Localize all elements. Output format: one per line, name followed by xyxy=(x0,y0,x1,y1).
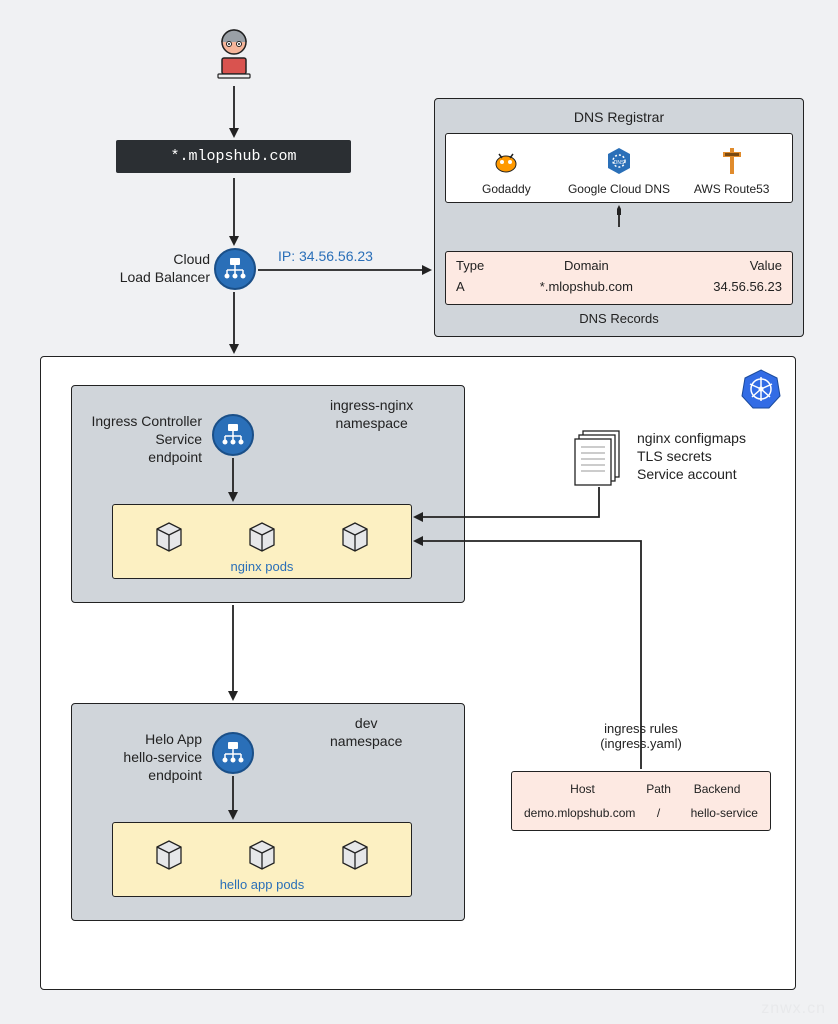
rules-path: / xyxy=(641,806,676,820)
pod-icon xyxy=(242,833,282,873)
provider-label: Godaddy xyxy=(482,182,531,196)
watermark-text: znwx.cn xyxy=(761,1000,826,1018)
hello-svc-icon xyxy=(212,732,254,774)
dns-type: A xyxy=(456,279,505,294)
nginx-pods-label: nginx pods xyxy=(123,559,401,574)
rules-hdr-path: Path xyxy=(641,782,676,796)
arrow-svc-hellopods xyxy=(231,776,235,820)
ingress-svc-icon xyxy=(212,414,254,456)
svg-text:DNS: DNS xyxy=(614,160,625,166)
provider-label: Google Cloud DNS xyxy=(568,182,670,196)
provider-label: AWS Route53 xyxy=(694,182,770,196)
rules-hdr-backend: Backend xyxy=(676,782,758,796)
rules-host: demo.mlopshub.com xyxy=(524,806,641,820)
configs-label: nginx configmaps TLS secrets Service acc… xyxy=(637,429,746,484)
ingress-rules-row: demo.mlopshub.com / hello-service xyxy=(524,806,758,820)
dns-registrar-box: DNS Registrar Godaddy DNS Google Cloud D… xyxy=(434,98,804,337)
pod-icon xyxy=(242,515,282,555)
dns-domain: *.mlopshub.com xyxy=(513,279,660,294)
ingress-rules-box: Host Path Backend demo.mlopshub.com / he… xyxy=(511,771,771,831)
dns-record-header: Type Domain Value xyxy=(456,258,782,273)
hello-pods-box: hello app pods xyxy=(112,822,412,897)
domain-bar: *.mlopshub.com xyxy=(116,140,351,173)
domain-text: *.mlopshub.com xyxy=(170,148,296,165)
dns-records-label: DNS Records xyxy=(445,311,793,326)
k8s-cluster-box: ingress-nginx namespace Ingress Controll… xyxy=(40,356,796,990)
ingress-ns-label: ingress-nginx namespace xyxy=(330,396,413,432)
provider-godaddy: Godaddy xyxy=(450,144,563,196)
pod-icon xyxy=(149,515,189,555)
provider-gcloud: DNS Google Cloud DNS xyxy=(563,144,676,196)
arrow-ingress-dev xyxy=(231,605,235,701)
load-balancer-icon xyxy=(214,248,256,290)
rules-hdr-host: Host xyxy=(524,782,641,796)
dns-hdr-value: Value xyxy=(668,258,782,273)
godaddy-icon xyxy=(489,144,523,178)
lb-label: Cloud Load Balancer xyxy=(110,250,210,286)
pod-icon xyxy=(335,833,375,873)
configs-docs-icon xyxy=(571,427,627,494)
dev-ns-label: dev namespace xyxy=(330,714,402,750)
route53-icon xyxy=(715,144,749,178)
registrar-providers: Godaddy DNS Google Cloud DNS AWS Route53 xyxy=(445,133,793,203)
dns-value: 34.56.56.23 xyxy=(668,279,782,294)
ingress-namespace-box: ingress-nginx namespace Ingress Controll… xyxy=(71,385,465,603)
arrow-lb-dns xyxy=(258,268,432,272)
rules-backend: hello-service xyxy=(676,806,758,820)
arrow-domain-lb xyxy=(232,178,236,246)
dns-hdr-domain: Domain xyxy=(513,258,660,273)
pod-icon xyxy=(149,833,189,873)
ip-label: IP: 34.56.56.23 xyxy=(278,248,373,264)
arrow-configs-nginxpods xyxy=(413,487,603,533)
dns-record-row: A *.mlopshub.com 34.56.56.23 xyxy=(456,279,782,294)
user-icon xyxy=(210,28,258,85)
arrow-svc-nginxpods xyxy=(231,458,235,502)
arrow-user-domain xyxy=(232,86,236,138)
dns-hdr-type: Type xyxy=(456,258,505,273)
arrow-records-providers xyxy=(617,205,621,227)
pod-icon xyxy=(335,515,375,555)
nginx-pods-box: nginx pods xyxy=(112,504,412,579)
dev-namespace-box: dev namespace Helo App hello-service end… xyxy=(71,703,465,921)
registrar-title: DNS Registrar xyxy=(445,109,793,125)
hello-pods-label: hello app pods xyxy=(123,877,401,892)
ingress-svc-label: Ingress Controller Service endpoint xyxy=(82,412,202,467)
ingress-rules-header: Host Path Backend xyxy=(524,782,758,796)
gcloud-dns-icon: DNS xyxy=(602,144,636,178)
dns-record-box: Type Domain Value A *.mlopshub.com 34.56… xyxy=(445,251,793,305)
arrow-lb-cluster xyxy=(232,292,236,354)
kubernetes-logo-icon xyxy=(739,367,783,411)
provider-route53: AWS Route53 xyxy=(675,144,788,196)
arrow-rules-nginxpods xyxy=(413,541,647,773)
hello-svc-label: Helo App hello-service endpoint xyxy=(82,730,202,785)
